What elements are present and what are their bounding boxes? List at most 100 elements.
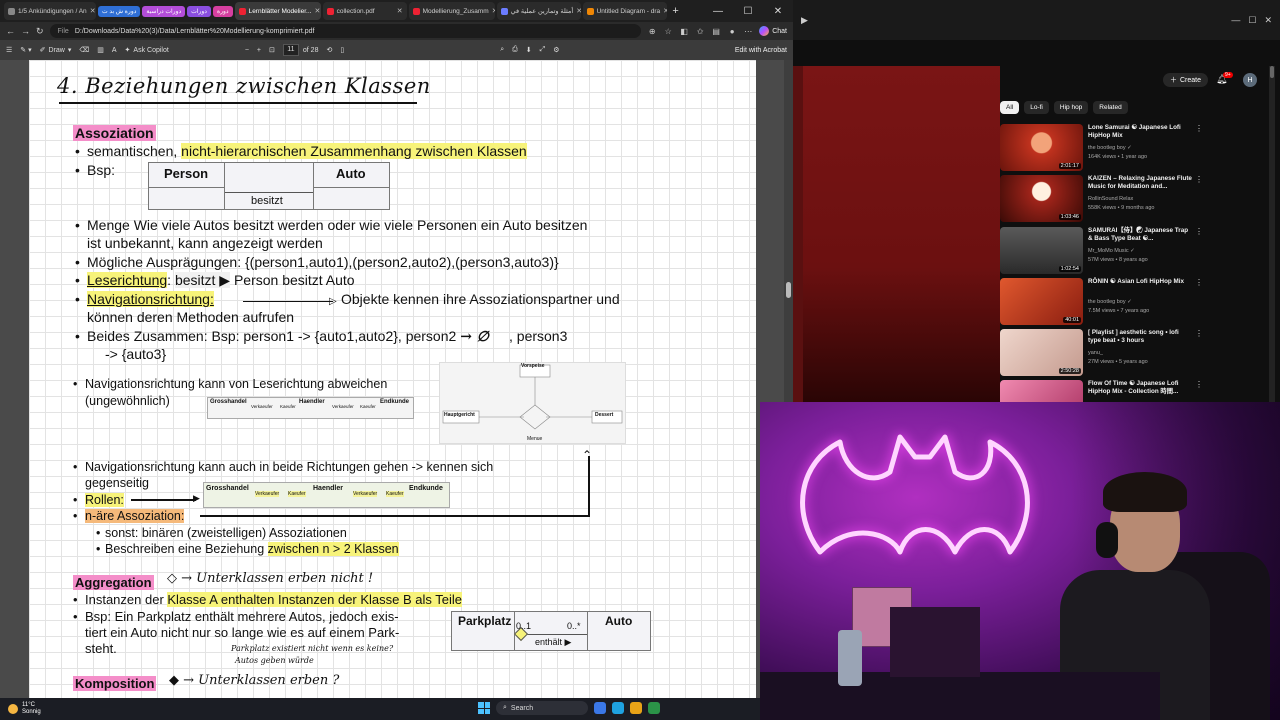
youtube-scrollbar[interactable] [1269,66,1275,402]
tab-announcements[interactable]: 1/5 Ankündigungen / An ✕ [4,2,96,20]
video-channel[interactable]: the bootleg boy ✓ [1088,299,1132,305]
ask-copilot-button[interactable]: ✦ Ask Copilot [125,46,169,55]
video-thumbnail[interactable] [1000,380,1083,402]
start-windows-icon[interactable] [478,702,490,714]
tab-modellierung[interactable]: Modellierung_Zusamm✕ [408,2,495,20]
close-icon[interactable]: ✕ [576,7,580,15]
extensions-icon[interactable]: ◧ [679,26,689,36]
file-explorer-icon[interactable] [630,702,642,714]
eraser-icon[interactable]: ⌫ [79,46,89,54]
youtube-tab-icon[interactable]: ▶ [801,15,808,26]
favorites-icon[interactable]: ✩ [695,26,705,36]
filter-chip-all[interactable]: All [1000,101,1020,114]
fullscreen-icon[interactable]: ⤢ [540,46,546,54]
fit-page-icon[interactable]: ⊡ [269,46,275,54]
rotate-icon[interactable]: ⟲ [326,46,332,54]
page-view-icon[interactable]: ▯ [340,46,344,54]
taskbar-search[interactable]: ⌕ Search [496,701,588,715]
video-item[interactable]: 2:01:17 Lone Samurai ☯ Japanese Lofi Hip… [1000,124,1280,172]
video-thumbnail[interactable]: 40:01 [1000,278,1083,325]
print-icon[interactable]: ⎙ [512,46,518,54]
page-number-input[interactable]: 11 [282,44,299,56]
bookmark-chip-1[interactable]: دورة ش بد ت [98,5,141,17]
maximize-icon[interactable]: ☐ [733,0,763,22]
zoom-in-icon[interactable]: + [257,47,261,54]
filter-chip-hiphop[interactable]: Hip hop [1053,101,1089,114]
video-thumbnail[interactable]: 2:01:17 [1000,124,1083,171]
video-thumbnail[interactable]: 2:50:28 [1000,329,1083,376]
bookmark-chip-4[interactable]: دورة [212,5,233,17]
more-options-icon[interactable]: ⋮ [1195,227,1203,236]
weather-widget[interactable]: 11°C Sonnig [0,702,41,716]
video-thumbnail[interactable]: 1:03:46 [1000,175,1083,222]
contents-icon[interactable]: ☰ [6,46,12,54]
url-field[interactable]: File D:/Downloads/Data%20(3)/Data/Lernbl… [49,24,642,38]
more-options-icon[interactable]: ⋮ [1195,380,1203,389]
new-tab-button[interactable]: + [669,5,683,17]
highlight-icon[interactable]: ✎ ▾ [20,46,31,54]
video-player[interactable] [793,66,1000,402]
pdf-scrollbar-thumb[interactable] [786,282,791,298]
video-channel[interactable]: the bootleg boy ✓ [1088,145,1132,151]
app-icon[interactable] [648,702,660,714]
avatar[interactable]: H [1243,73,1257,87]
tab-lernblaetter[interactable]: Lernblätter Modelier... ✕ [234,2,321,20]
close-icon[interactable]: ✕ [492,7,495,15]
collections-icon[interactable]: ▤ [711,26,721,36]
tab-collection[interactable]: collection.pdf ✕ [322,2,407,20]
video-channel[interactable]: yanu_ [1088,350,1103,356]
star-icon[interactable]: ☆ [663,26,673,36]
tab-arabic[interactable]: أمثلة وتمارين عملية في ✕ [496,2,581,20]
settings-icon[interactable]: ⚙ [553,46,559,54]
close-icon[interactable]: ✕ [663,7,666,15]
more-options-icon[interactable]: ⋮ [1195,278,1203,287]
video-channel[interactable]: Mr_MoMo Music ✓ [1088,248,1135,254]
video-title[interactable]: [ Playlist ] aesthetic song • lofi type … [1088,329,1193,345]
maximize-icon[interactable]: ☐ [1248,15,1256,26]
video-item[interactable]: 40:01 RŌNIN ☯ Asian Lofi HipHop Mix the … [1000,278,1280,326]
edge-icon[interactable] [612,702,624,714]
bookmark-chip-2[interactable]: دورات دراسية [142,5,186,17]
video-item[interactable]: 2:50:28 [ Playlist ] aesthetic song • lo… [1000,329,1280,377]
close-icon[interactable]: ✕ [314,7,320,15]
taskview-icon[interactable] [594,702,606,714]
close-icon[interactable]: ✕ [397,7,403,15]
youtube-scrollbar-thumb[interactable] [1270,66,1274,78]
view-icon[interactable]: ▥ [97,46,104,54]
bookmark-chip-3[interactable]: دورات [187,5,211,17]
profile-icon[interactable]: ● [727,26,737,36]
reload-icon[interactable]: ↻ [36,26,44,37]
filter-chip-lofi[interactable]: Lo-fi [1024,101,1049,114]
video-channel[interactable]: RollinSound Relax [1088,196,1133,202]
draw-button[interactable]: ✐ Draw ▾ [40,46,72,55]
video-title[interactable]: SAMURAI【侍】☯ Japanese Trap & Bass Type Be… [1088,227,1193,243]
tab-drawio[interactable]: Untitled Diagram - dra ✕ [582,2,667,20]
menu-dots-icon[interactable]: ⋯ [743,26,753,36]
more-options-icon[interactable]: ⋮ [1195,329,1203,338]
video-thumbnail[interactable]: 1:02:54 [1000,227,1083,274]
forward-icon[interactable]: → [21,26,30,36]
save-icon[interactable]: ⬇ [526,46,532,54]
video-item[interactable]: 1:02:54 SAMURAI【侍】☯ Japanese Trap & Bass… [1000,227,1280,275]
video-title[interactable]: KAIZEN – Relaxing Japanese Flute Music f… [1088,175,1193,191]
more-options-icon[interactable]: ⋮ [1195,124,1203,133]
video-title[interactable]: Lone Samurai ☯ Japanese Lofi HipHop Mix [1088,124,1193,140]
create-button[interactable]: ＋ Create [1163,73,1209,87]
video-item[interactable]: Flow Of Time ☯ Japanese Lofi HipHop Mix … [1000,380,1280,402]
zoom-icon[interactable]: ⊕ [647,26,657,36]
back-icon[interactable]: ← [6,26,15,36]
close-window-icon[interactable]: ✕ [763,0,793,22]
minimize-icon[interactable]: — [703,0,733,22]
close-window-icon[interactable]: ✕ [1264,15,1272,26]
video-title[interactable]: Flow Of Time ☯ Japanese Lofi HipHop Mix … [1088,380,1193,396]
video-item[interactable]: 1:03:46 KAIZEN – Relaxing Japanese Flute… [1000,175,1280,223]
close-icon[interactable]: ✕ [90,7,96,15]
zoom-out-icon[interactable]: − [245,47,249,54]
more-options-icon[interactable]: ⋮ [1195,175,1203,184]
minimize-icon[interactable]: — [1231,15,1240,25]
search-icon[interactable]: ⌕ [500,46,504,54]
read-aloud-icon[interactable]: A [112,47,117,54]
edit-with-acrobat-button[interactable]: Edit with Acrobat [735,47,787,54]
chat-button[interactable]: Chat [759,26,787,36]
video-title[interactable]: RŌNIN ☯ Asian Lofi HipHop Mix [1088,278,1193,286]
